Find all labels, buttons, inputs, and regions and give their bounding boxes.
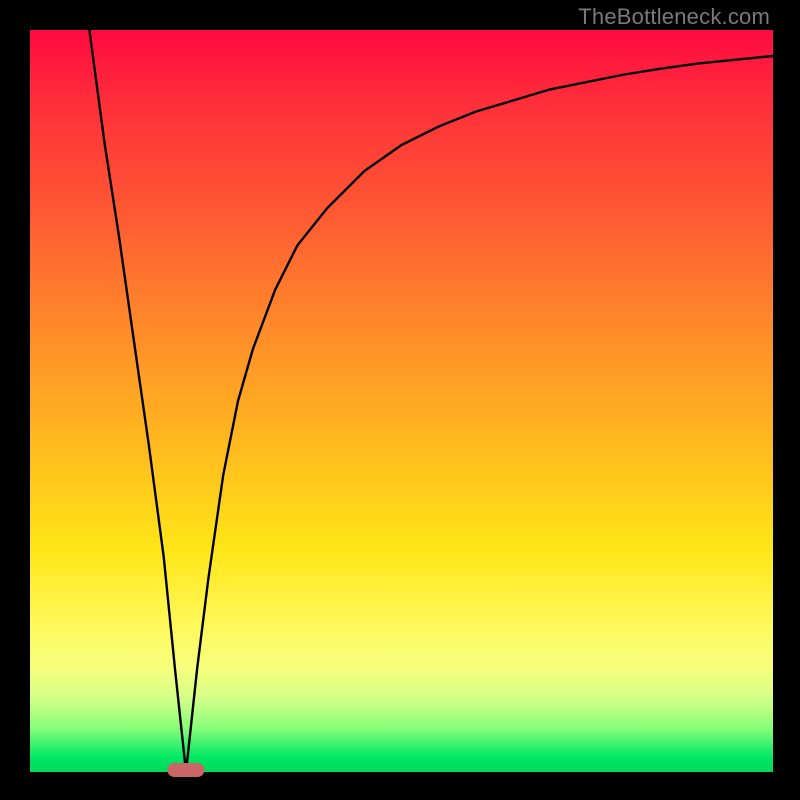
watermark-text: TheBottleneck.com <box>578 4 770 30</box>
plot-area <box>30 30 773 772</box>
chart-frame: TheBottleneck.com <box>0 0 800 800</box>
optimum-marker <box>167 763 204 777</box>
